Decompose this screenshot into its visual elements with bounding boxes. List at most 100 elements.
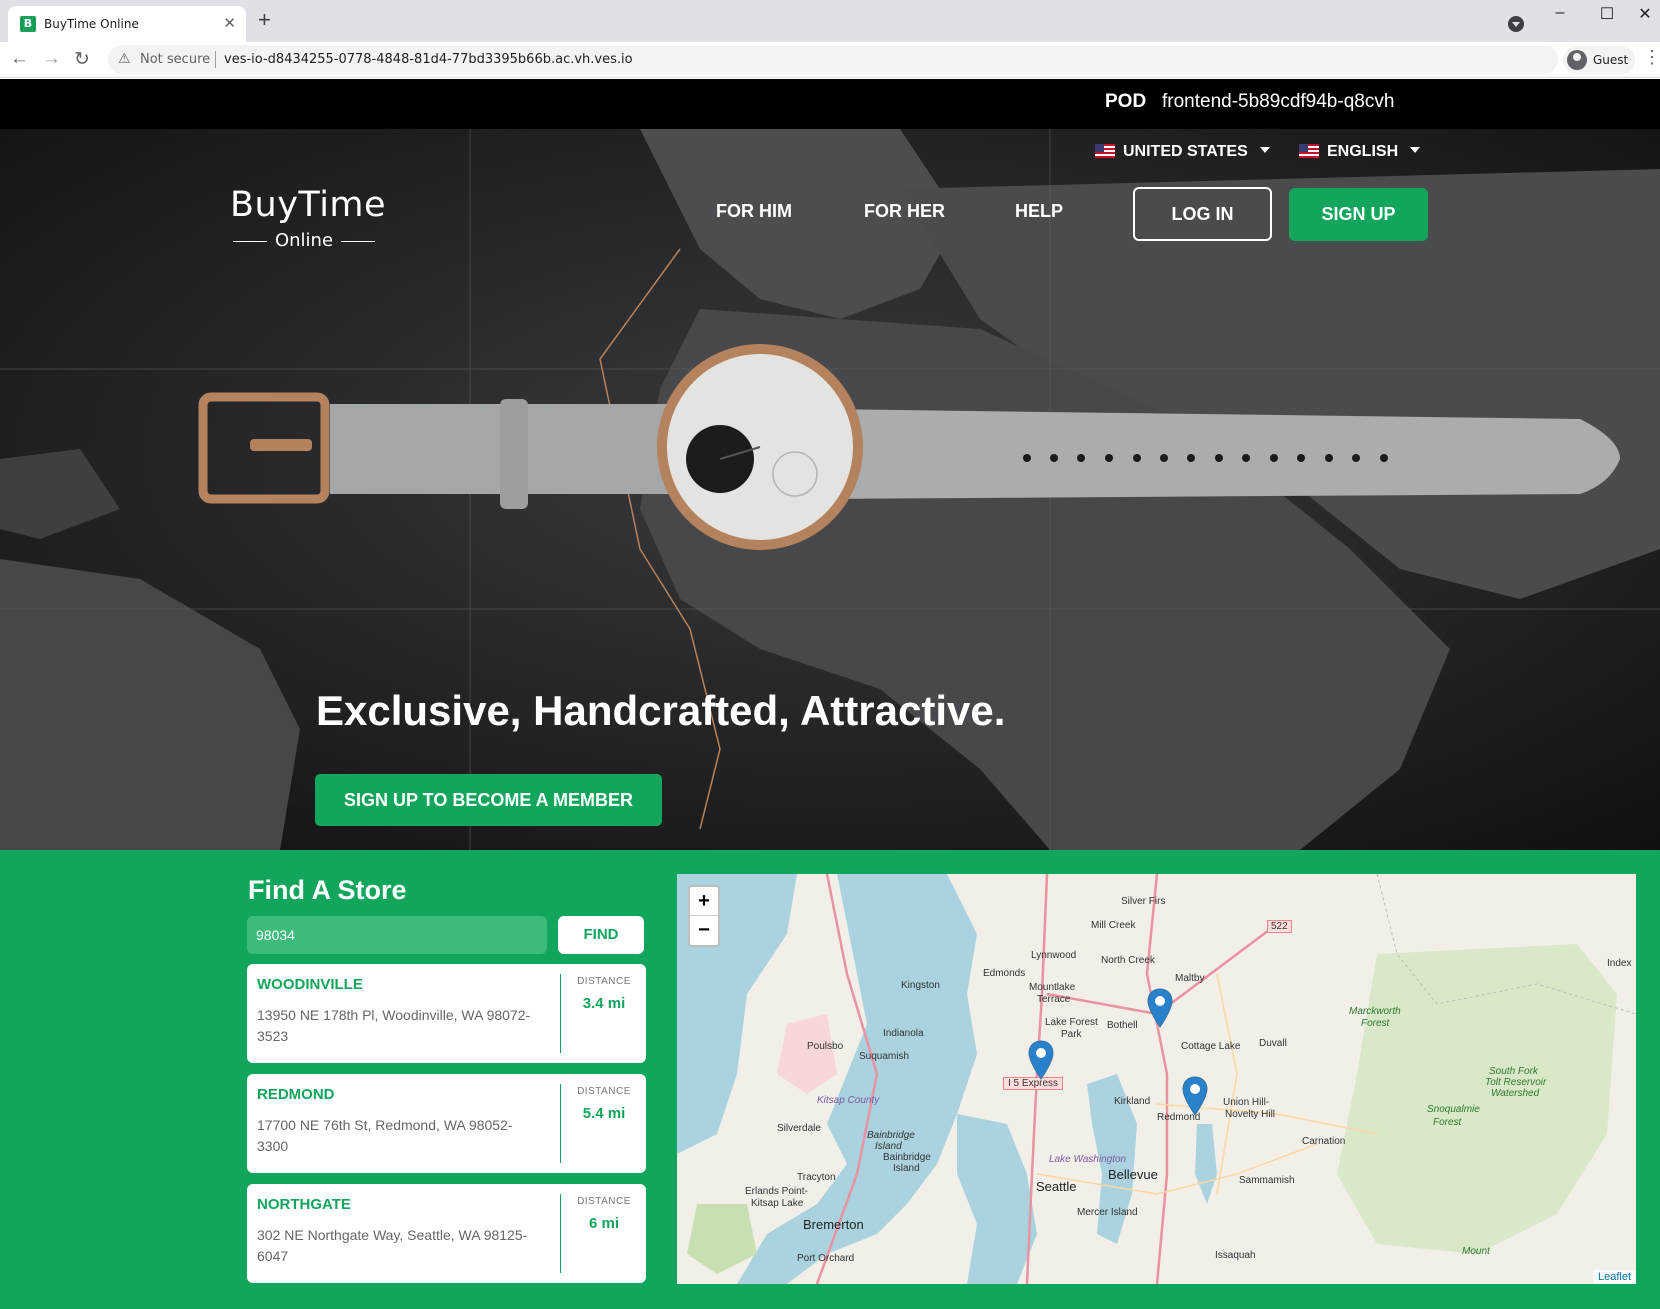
distance-label: DISTANCE [577,1086,631,1097]
chevron-down-icon [1259,147,1270,153]
find-button[interactable]: FIND [558,916,644,954]
minimize-icon[interactable]: – [1540,4,1580,22]
map-label: Kingston [901,980,940,991]
distance-label: DISTANCE [577,1196,631,1207]
map-label: South Fork [1489,1066,1538,1077]
security-label[interactable]: Not secure [140,52,210,67]
map-label: Suquamish [859,1051,910,1062]
more-menu-icon[interactable]: ⋮ [1643,47,1660,68]
store-name: WOODINVILLE [257,976,363,993]
window-close-icon[interactable]: ✕ [1625,4,1660,24]
store-divider [560,974,561,1053]
map-label: Silverdale [777,1123,821,1134]
omnibox-divider [215,51,216,68]
store-divider [560,1084,561,1163]
find-store-section: Find A Store FIND WOODINVILLE 13950 NE 1… [0,850,1660,1309]
distance-value: 5.4 mi [582,1105,626,1122]
zoom-out-button[interactable]: − [690,916,718,945]
store-card[interactable]: WOODINVILLE 13950 NE 178th Pl, Woodinvil… [247,964,646,1063]
omnibox[interactable]: ⚠ Not secure ves-io-d8434255-0778-4848-8… [108,45,1558,74]
map-label: Lake Forest [1045,1017,1098,1028]
tab-search-icon[interactable] [1508,16,1524,32]
nav-for-him[interactable]: FOR HIM [716,201,792,222]
find-store-title: Find A Store [248,875,407,905]
hero-headline: Exclusive, Handcrafted, Attractive. [316,687,1006,734]
map-label: Bainbridge [867,1130,915,1141]
become-member-button[interactable]: SIGN UP TO BECOME A MEMBER [315,774,662,826]
signup-button[interactable]: SIGN UP [1289,188,1428,241]
map-label: Union Hill- [1223,1097,1270,1108]
forward-icon[interactable]: → [42,48,61,70]
url-text[interactable]: ves-io-d8434255-0778-4848-81d4-77bd3395b… [224,52,633,67]
distance-label: DISTANCE [577,976,631,987]
hero-section: UNITED STATES ENGLISH BuyTime Online FOR… [0,129,1660,850]
zoom-in-button[interactable]: + [690,887,718,916]
avatar-icon [1567,50,1587,70]
map-label: Bellevue [1108,1167,1158,1182]
map-label: Snoqualmie [1427,1104,1480,1115]
map-label: Kitsap Lake [751,1198,804,1209]
pod-label: POD [1105,91,1147,112]
map-label: Indianola [883,1028,924,1039]
map-label: Mill Creek [1091,920,1136,931]
map-label: Lynnwood [1031,950,1077,961]
profile-button[interactable]: Guest [1563,46,1635,74]
map-label: Port Orchard [797,1253,855,1264]
map-marker-icon[interactable] [1028,1040,1054,1080]
address-bar: ← → ↻ ⚠ Not secure ves-io-d8434255-0778-… [0,42,1660,78]
login-button[interactable]: LOG IN [1133,187,1272,241]
store-address: 17700 NE 76th St, Redmond, WA 98052-3300 [257,1117,513,1154]
map-label: Bainbridge [883,1152,931,1163]
store-card[interactable]: NORTHGATE 302 NE Northgate Way, Seattle,… [247,1184,646,1283]
map-label: Park [1061,1029,1082,1040]
nav-for-her[interactable]: FOR HER [864,201,945,222]
store-address: 13950 NE 178th Pl, Woodinville, WA 98072… [257,1007,531,1044]
map-label: Mountlake [1029,982,1076,993]
language-selector[interactable]: ENGLISH [1299,143,1421,161]
map-attribution[interactable]: Leaflet [1592,1270,1636,1284]
map-label: Poulsbo [807,1041,844,1052]
map-marker-icon[interactable] [1182,1076,1208,1116]
store-name: REDMOND [257,1086,335,1103]
profile-label: Guest [1593,53,1629,67]
map-label: Carnation [1302,1136,1346,1147]
map-label: Seattle [1036,1179,1077,1194]
logo-main[interactable]: BuyTime [230,185,386,225]
reload-icon[interactable]: ↻ [74,48,90,71]
nav-help[interactable]: HELP [1015,201,1063,222]
distance-value: 3.4 mi [582,995,626,1012]
map-zoom-control: + − [688,885,720,947]
map-marker-icon[interactable] [1147,988,1173,1028]
new-tab-icon[interactable]: + [258,9,271,31]
warning-icon[interactable]: ⚠ [118,50,131,67]
store-card[interactable]: REDMOND 17700 NE 76th St, Redmond, WA 98… [247,1074,646,1173]
logo-sub[interactable]: Online [233,230,375,251]
map-label: Bothell [1107,1020,1138,1031]
country-label: UNITED STATES [1123,143,1248,160]
map-label: Watershed [1491,1088,1540,1099]
maximize-icon[interactable]: ☐ [1587,4,1627,24]
store-name: NORTHGATE [257,1196,351,1213]
map-label: Mount [1462,1246,1490,1257]
distance-value: 6 mi [588,1215,619,1232]
tab-title: BuyTime Online [44,17,139,31]
us-flag-icon [1299,144,1319,158]
map-label: Island [893,1163,920,1174]
store-map[interactable]: + − Silver Firs Mill Creek Lynnwood Nort… [677,874,1636,1284]
us-flag-icon [1095,144,1115,158]
map-label: Cottage Lake [1181,1041,1241,1052]
browser-tab[interactable]: B BuyTime Online ✕ [8,6,246,42]
zip-input[interactable] [247,916,547,954]
map-label: Erlands Point- [745,1186,808,1197]
country-selector[interactable]: UNITED STATES [1095,143,1270,161]
pod-bar: POD frontend-5b89cdf94b-q8cvh [0,79,1660,129]
map-label: Index [1607,958,1632,969]
map-label: Issaquah [1215,1250,1256,1261]
map-label: Edmonds [983,968,1026,979]
map-label: Forest [1361,1018,1390,1029]
close-icon[interactable]: ✕ [223,14,236,32]
map-label: Silver Firs [1121,896,1166,907]
map-label: Duvall [1259,1038,1287,1049]
back-icon[interactable]: ← [10,48,29,70]
map-label: Terrace [1037,994,1071,1005]
